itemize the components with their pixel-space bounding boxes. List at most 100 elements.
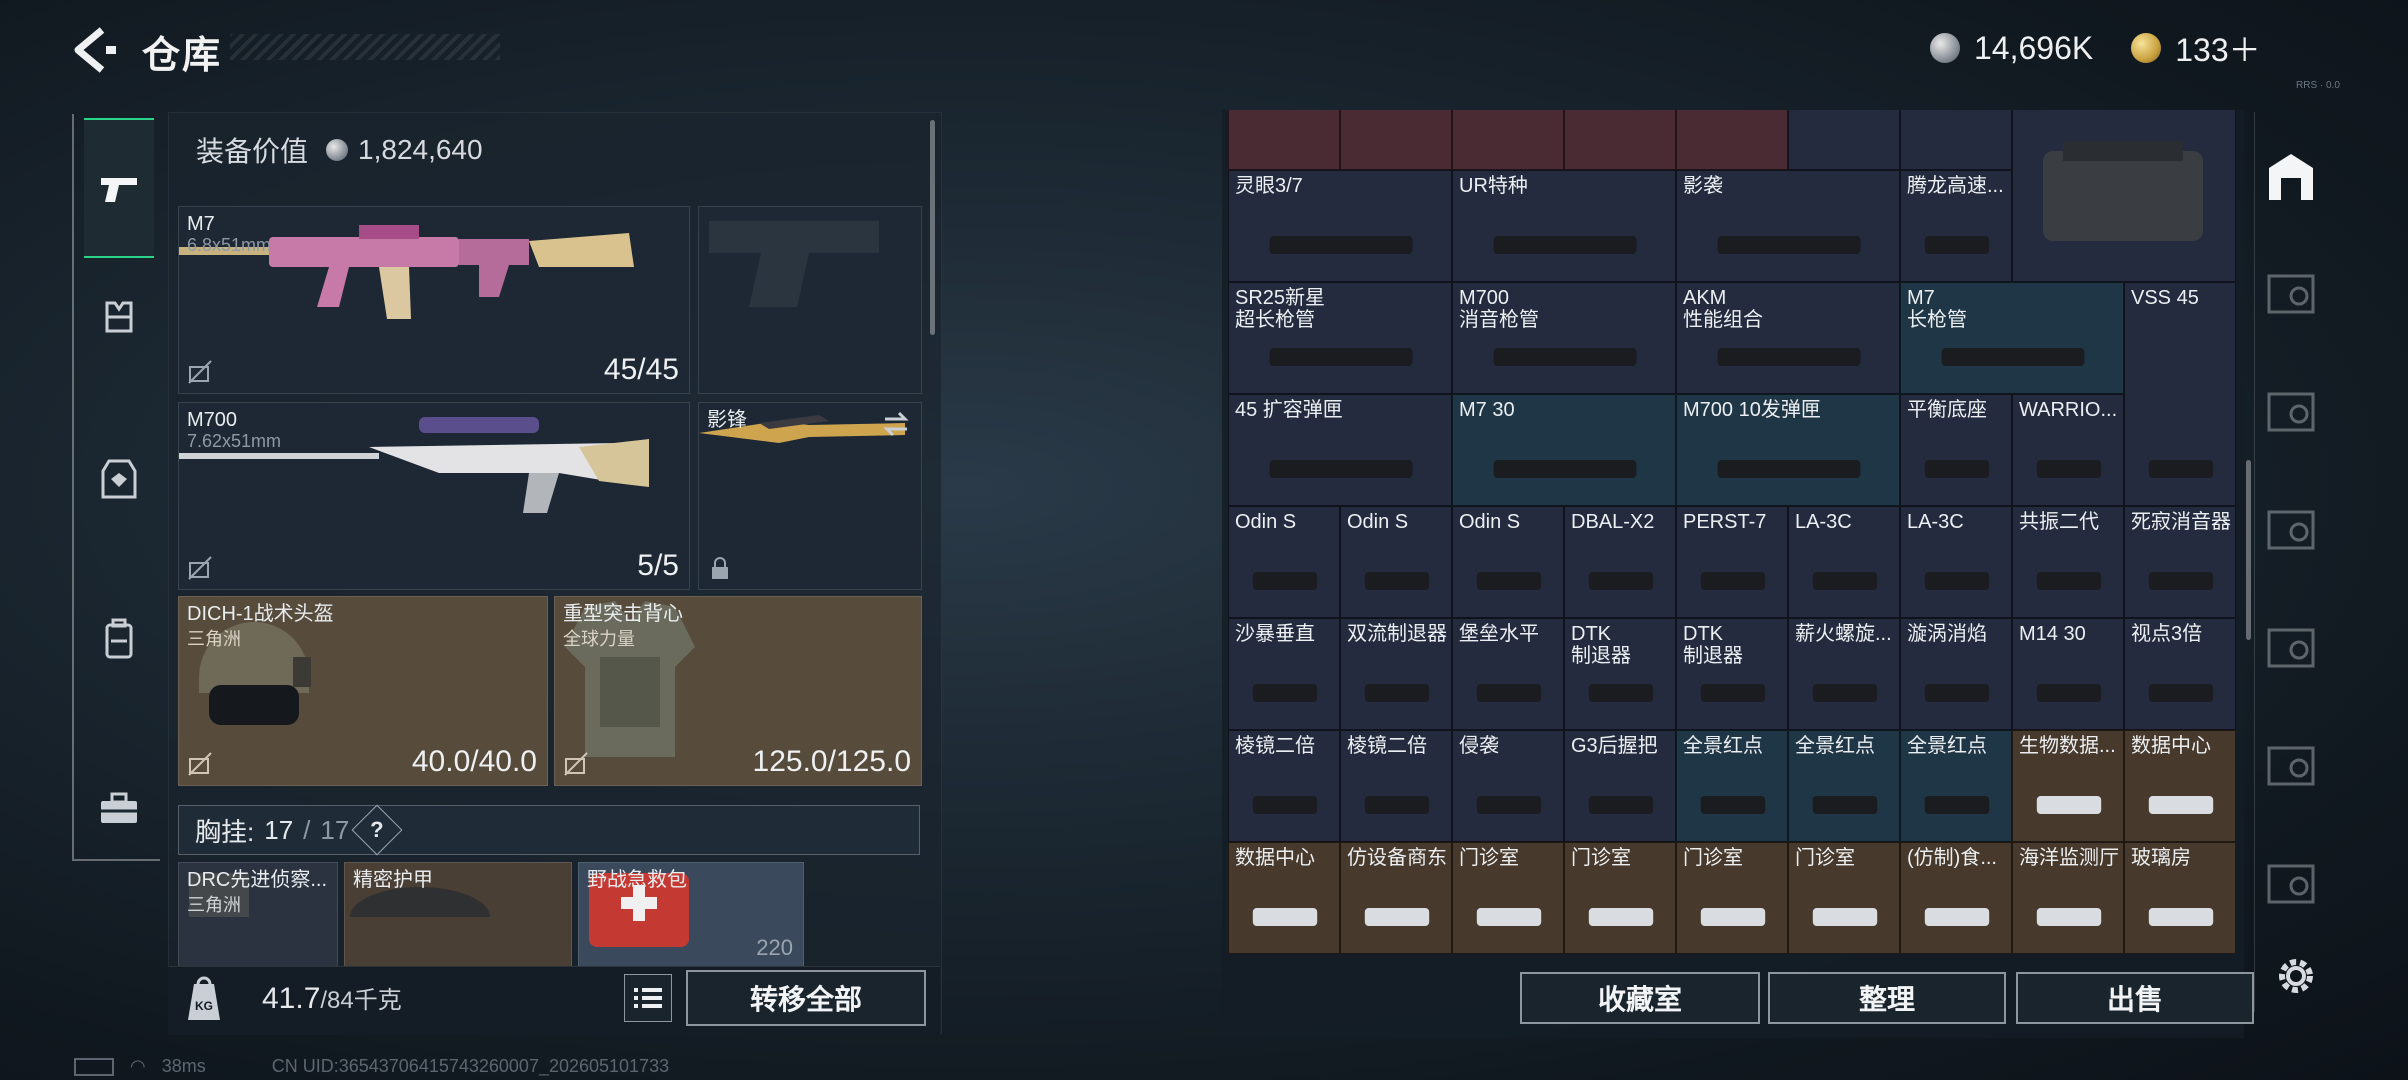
extension-tab-6[interactable] xyxy=(2263,856,2319,912)
nav-backpack[interactable] xyxy=(84,604,154,674)
storage-scrollbar[interactable] xyxy=(2246,460,2251,640)
storage-item[interactable]: 棱镜二倍 xyxy=(1340,730,1452,842)
extension-tab-5[interactable] xyxy=(2263,738,2319,794)
storage-item[interactable]: VSS 45 xyxy=(2124,282,2236,506)
storage-item[interactable]: Odin S xyxy=(1340,506,1452,618)
storage-item[interactable]: Odin S xyxy=(1228,506,1340,618)
storage-item[interactable] xyxy=(1788,110,1900,170)
extension-tab-2[interactable] xyxy=(2263,384,2319,440)
storage-item-image xyxy=(2148,684,2214,702)
storage-item[interactable]: 棱镜二倍 xyxy=(1228,730,1340,842)
storage-item[interactable]: 死寂消音器 xyxy=(2124,506,2236,618)
storage-item[interactable]: 腾龙高速... xyxy=(1900,170,2012,282)
holster-slot-empty[interactable] xyxy=(698,206,922,394)
loadout-scrollbar[interactable] xyxy=(930,120,935,335)
armor-slot[interactable]: 重型突击背心 全球力量 125.0/125.0 xyxy=(554,596,922,786)
storage-item[interactable] xyxy=(1900,110,2012,170)
storage-item[interactable]: M7 30 xyxy=(1452,394,1676,506)
storage-item[interactable]: LA-3C xyxy=(1788,506,1900,618)
storage-item[interactable]: 玻璃房 xyxy=(2124,842,2236,954)
storage-item[interactable]: 侵袭 xyxy=(1452,730,1564,842)
storage-item[interactable]: 薪火螺旋... xyxy=(1788,618,1900,730)
melee-slot[interactable]: 影锋 xyxy=(698,402,922,590)
storage-item[interactable]: M700 消音枪管 xyxy=(1452,282,1676,394)
storage-item[interactable] xyxy=(1676,110,1788,170)
warehouse-tab-active[interactable] xyxy=(2263,148,2319,204)
storage-item[interactable]: AKM 性能组合 xyxy=(1676,282,1900,394)
storage-item[interactable]: 影袭 xyxy=(1676,170,1900,282)
storage-item-name: 玻璃房 xyxy=(2131,847,2191,869)
helmet-slot[interactable]: DICH-1战术头盔 三角洲 40.0/40.0 xyxy=(178,596,548,786)
storage-item[interactable]: 数据中心 xyxy=(2124,730,2236,842)
storage-item[interactable]: UR特种 xyxy=(1452,170,1676,282)
storage-item[interactable]: 门诊室 xyxy=(1452,842,1564,954)
sort-button[interactable]: 整理 xyxy=(1768,972,2006,1024)
help-icon[interactable]: ? xyxy=(351,804,403,856)
storage-item[interactable]: 数据中心 xyxy=(1228,842,1340,954)
storage-item[interactable]: M7 长枪管 xyxy=(1900,282,2124,394)
collection-room-button[interactable]: 收藏室 xyxy=(1520,972,1760,1024)
sell-button[interactable]: 出售 xyxy=(2016,972,2254,1024)
storage-item[interactable]: 双流制退器 xyxy=(1340,618,1452,730)
storage-item[interactable]: 平衡底座 xyxy=(1900,394,2012,506)
storage-item[interactable] xyxy=(1564,110,1676,170)
storage-item[interactable]: Odin S xyxy=(1452,506,1564,618)
transfer-all-button[interactable]: 转移全部 xyxy=(686,970,926,1026)
storage-item[interactable]: DTK 制退器 xyxy=(1564,618,1676,730)
gold-amount[interactable]: 133＋ xyxy=(2175,25,2260,71)
nav-weapons[interactable] xyxy=(84,118,154,258)
storage-item[interactable]: 门诊室 xyxy=(1564,842,1676,954)
storage-item[interactable]: 视点3倍 xyxy=(2124,618,2236,730)
pouch-item[interactable]: DRC先进侦察... 三角洲 xyxy=(178,862,338,968)
storage-item[interactable]: 全景红点 xyxy=(1788,730,1900,842)
storage-item[interactable]: DTK 制退器 xyxy=(1676,618,1788,730)
storage-item[interactable]: 全景红点 xyxy=(1676,730,1788,842)
storage-item[interactable]: 全景红点 xyxy=(1900,730,2012,842)
storage-item[interactable]: 海洋监测厅 xyxy=(2012,842,2124,954)
storage-item[interactable]: G3后握把 xyxy=(1564,730,1676,842)
storage-item[interactable]: M700 10发弹匣 xyxy=(1676,394,1900,506)
storage-item[interactable]: M14 30 xyxy=(2012,618,2124,730)
storage-item[interactable]: 仿设备商东 xyxy=(1340,842,1452,954)
primary-weapon-slot[interactable]: M7 6.8x51mm 45/45 xyxy=(178,206,690,394)
swap-arrows-icon[interactable] xyxy=(881,411,911,437)
storage-item[interactable]: 灵眼3/7 xyxy=(1228,170,1452,282)
storage-item-weapon-case[interactable] xyxy=(2012,110,2236,282)
extension-tab-4[interactable] xyxy=(2263,620,2319,676)
extension-tab-1[interactable] xyxy=(2263,266,2319,322)
chest-rig-slash: / xyxy=(303,814,311,845)
nav-case[interactable] xyxy=(84,774,154,844)
pouch-item[interactable]: 野战急救包 220 xyxy=(578,862,804,968)
storage-item[interactable] xyxy=(1228,110,1340,170)
storage-item[interactable]: 沙暴垂直 xyxy=(1228,618,1340,730)
storage-item[interactable]: 共振二代 xyxy=(2012,506,2124,618)
chest-rig-bar[interactable]: 胸挂: 17 / 17 ? xyxy=(178,804,920,856)
storage-item[interactable]: 生物数据... xyxy=(2012,730,2124,842)
storage-item-name: 薪火螺旋... xyxy=(1795,623,1892,645)
nav-vest[interactable] xyxy=(84,282,154,352)
pouch-item[interactable]: 精密护甲 xyxy=(344,862,572,968)
triangle-coin-icon[interactable] xyxy=(2131,33,2162,63)
back-button[interactable] xyxy=(66,24,122,76)
storage-item-image xyxy=(1924,460,1990,478)
storage-item[interactable] xyxy=(1452,110,1564,170)
settings-button[interactable] xyxy=(2272,952,2320,1000)
storage-item[interactable]: 45 扩容弹匣 xyxy=(1228,394,1452,506)
list-view-button[interactable] xyxy=(624,974,672,1022)
storage-item[interactable]: 漩涡消焰 xyxy=(1900,618,2012,730)
extension-tab-3[interactable] xyxy=(2263,502,2319,558)
storage-item[interactable]: 门诊室 xyxy=(1676,842,1788,954)
storage-item-image xyxy=(1364,572,1430,590)
nav-armor[interactable] xyxy=(84,444,154,514)
crate-icon xyxy=(2267,628,2315,668)
storage-item[interactable]: DBAL-X2 xyxy=(1564,506,1676,618)
storage-item[interactable]: (仿制)食... xyxy=(1900,842,2012,954)
storage-item[interactable]: 堡垒水平 xyxy=(1452,618,1564,730)
storage-item[interactable]: WARRIO... xyxy=(2012,394,2124,506)
storage-item[interactable]: LA-3C xyxy=(1900,506,2012,618)
storage-item[interactable]: PERST-7 xyxy=(1676,506,1788,618)
storage-item[interactable] xyxy=(1340,110,1452,170)
storage-item[interactable]: SR25新星 超长枪管 xyxy=(1228,282,1452,394)
storage-item[interactable]: 门诊室 xyxy=(1788,842,1900,954)
secondary-weapon-slot[interactable]: M700 7.62x51mm 5/5 xyxy=(178,402,690,590)
